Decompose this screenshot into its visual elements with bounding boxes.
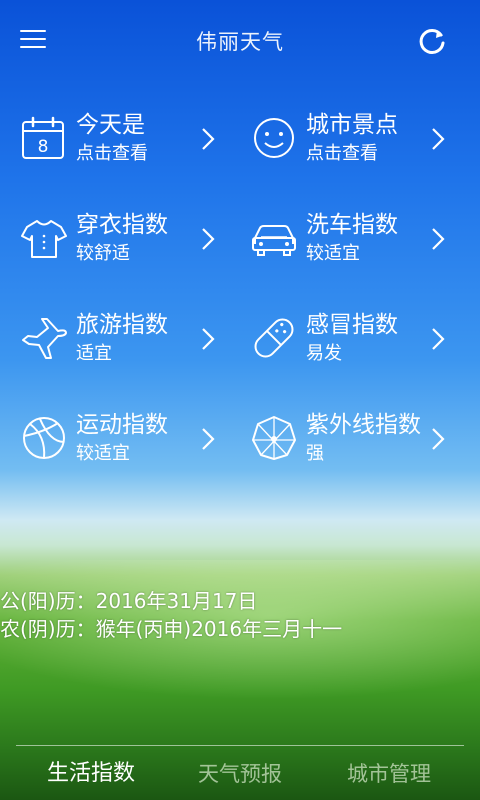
basketball-icon	[23, 417, 65, 459]
tile-city-attractions[interactable]: 城市景点 点击查看	[250, 106, 470, 170]
tile-today-title: 今天是	[76, 112, 145, 138]
top-bar: 伟丽天气	[0, 0, 480, 80]
car-icon	[252, 225, 296, 256]
tile-today[interactable]: 8 今天是 点击查看	[20, 106, 240, 170]
chevron-right-icon	[432, 428, 445, 450]
tile-uv-index-subtitle: 强	[306, 443, 324, 464]
tile-travel-index-subtitle: 适宜	[76, 343, 112, 364]
lunar-calendar-line: 农(阴)历：猴年(丙申)2016年三月十一	[0, 615, 480, 643]
lunar-calendar-text: 农(阴)历：猴年(丙申)2016年三月十一	[0, 617, 343, 641]
smiley-icon	[254, 118, 294, 158]
solar-calendar-line: 公(阳)历：2016年31月17日	[0, 587, 480, 615]
airplane-icon	[22, 318, 67, 359]
bottom-tab-bar: 生活指数 天气预报 城市管理	[0, 745, 480, 800]
umbrella-icon	[252, 416, 296, 460]
calendar-day-number: 8	[38, 137, 49, 157]
tshirt-icon	[21, 220, 67, 258]
tile-dressing-index-subtitle: 较舒适	[76, 243, 130, 264]
chevron-right-icon	[202, 228, 215, 250]
calendar-icon: 8	[22, 116, 64, 159]
tile-car-wash-index-subtitle: 较适宜	[306, 243, 360, 264]
chevron-right-icon	[202, 128, 215, 150]
tile-today-subtitle: 点击查看	[76, 143, 148, 164]
tab-city-management[interactable]: 城市管理	[324, 757, 454, 791]
tab-life-index[interactable]: 生活指数	[26, 757, 156, 791]
tile-sport-index-title: 运动指数	[76, 412, 168, 438]
tab-weather-forecast[interactable]: 天气预报	[175, 757, 305, 791]
tile-travel-index-title: 旅游指数	[76, 312, 168, 338]
tile-sport-index-subtitle: 较适宜	[76, 443, 130, 464]
chevron-right-icon	[202, 328, 215, 350]
chevron-right-icon	[432, 328, 445, 350]
tile-travel-index[interactable]: 旅游指数 适宜	[20, 306, 240, 370]
app-title: 伟丽天气	[196, 30, 284, 54]
tile-dressing-index-title: 穿衣指数	[76, 212, 168, 238]
tile-dressing-index[interactable]: 穿衣指数 较舒适	[20, 206, 240, 270]
tile-sport-index[interactable]: 运动指数 较适宜	[20, 406, 240, 470]
tab-divider	[16, 745, 464, 746]
refresh-icon[interactable]	[417, 26, 447, 56]
chevron-right-icon	[432, 228, 445, 250]
chevron-right-icon	[432, 128, 445, 150]
tile-cold-index-title: 感冒指数	[306, 312, 398, 338]
tile-city-attractions-subtitle: 点击查看	[306, 143, 378, 164]
pill-icon	[254, 318, 294, 358]
tile-cold-index-subtitle: 易发	[306, 343, 342, 364]
tile-uv-index-title: 紫外线指数	[306, 412, 421, 438]
tile-car-wash-index[interactable]: 洗车指数 较适宜	[250, 206, 470, 270]
tile-city-attractions-title: 城市景点	[306, 112, 398, 138]
tile-car-wash-index-title: 洗车指数	[306, 212, 398, 238]
solar-calendar-text: 公(阳)历：2016年31月17日	[0, 589, 258, 613]
chevron-right-icon	[202, 428, 215, 450]
tile-cold-index[interactable]: 感冒指数 易发	[250, 306, 470, 370]
tile-uv-index[interactable]: 紫外线指数 强	[250, 406, 470, 470]
